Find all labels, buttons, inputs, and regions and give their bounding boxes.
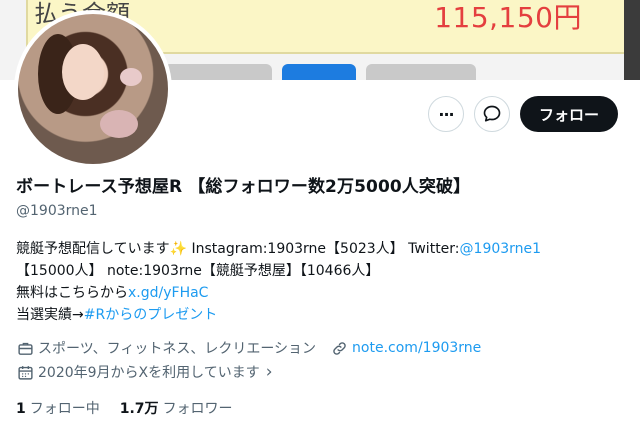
avatar-face [62, 44, 104, 100]
banner-tab [282, 64, 356, 80]
profile-meta: スポーツ、フィットネス、レクリエーション note.com/1903rne [16, 338, 481, 358]
followers-link[interactable]: 1.7万 フォロワー [120, 398, 233, 418]
link-icon [330, 339, 348, 357]
bio-text: 当選実績→ [16, 307, 84, 323]
followers-label: フォロワー [162, 401, 233, 417]
calendar-icon [16, 363, 34, 381]
bio-text: Instagram:1903rne【5023人】 Twitter: [187, 241, 460, 257]
bio-line: 【15000人】 note:1903rne【競艇予想屋】【10466人】 [16, 263, 380, 279]
user-handle: @1903rne1 [16, 203, 98, 219]
avatar-flower [120, 68, 142, 86]
display-name: ボートレース予想屋R 【総フォロワー数2万5000人突破】 [16, 177, 471, 197]
banner-edge [624, 0, 640, 80]
profile-bio: 競艇予想配信しています✨ Instagram:1903rne【5023人】 Tw… [16, 238, 616, 326]
message-button[interactable] [474, 96, 510, 132]
mention-link[interactable]: @1903rne1 [460, 241, 542, 257]
message-bubble-icon [483, 105, 501, 122]
chevron-right-icon: › [265, 362, 273, 382]
follow-button[interactable]: フォロー [520, 96, 618, 132]
following-link[interactable]: 1 フォロー中 [16, 398, 100, 418]
hashtag-link[interactable]: #Rからのプレゼント [84, 307, 217, 323]
banner-tab [164, 64, 272, 80]
banner-amount: 115,150円 [434, 1, 582, 34]
followers-count: 1.7万 [119, 401, 159, 417]
avatar[interactable] [14, 10, 172, 168]
banner-tab [366, 64, 476, 80]
avatar-flower [100, 110, 138, 138]
briefcase-icon [16, 339, 34, 357]
joined-date: 2020年9月からXを利用しています [38, 365, 260, 381]
profile-joined[interactable]: 2020年9月からXを利用しています › [16, 362, 273, 382]
bio-text: 競艇予想配信しています [16, 241, 170, 257]
follow-stats: 1 フォロー中 1.7万 フォロワー [16, 398, 253, 418]
following-count: 1 [16, 401, 26, 417]
bio-text: 無料はこちらから [16, 285, 128, 301]
bio-line: 競艇予想配信しています✨ Instagram:1903rne【5023人】 Tw… [16, 238, 616, 260]
bio-line: 無料はこちらからx.gd/yFHaC [16, 282, 616, 304]
following-label: フォロー中 [29, 401, 100, 417]
profile-category: スポーツ、フィットネス、レクリエーション [38, 341, 317, 357]
more-icon: ··· [438, 104, 454, 124]
bio-url-link[interactable]: x.gd/yFHaC [128, 285, 208, 301]
sparkles-emoji: ✨ [169, 241, 188, 257]
bio-line: 当選実績→#Rからのプレゼント [16, 304, 616, 326]
more-options-button[interactable]: ··· [428, 96, 464, 132]
website-link[interactable]: note.com/1903rne [352, 340, 481, 356]
